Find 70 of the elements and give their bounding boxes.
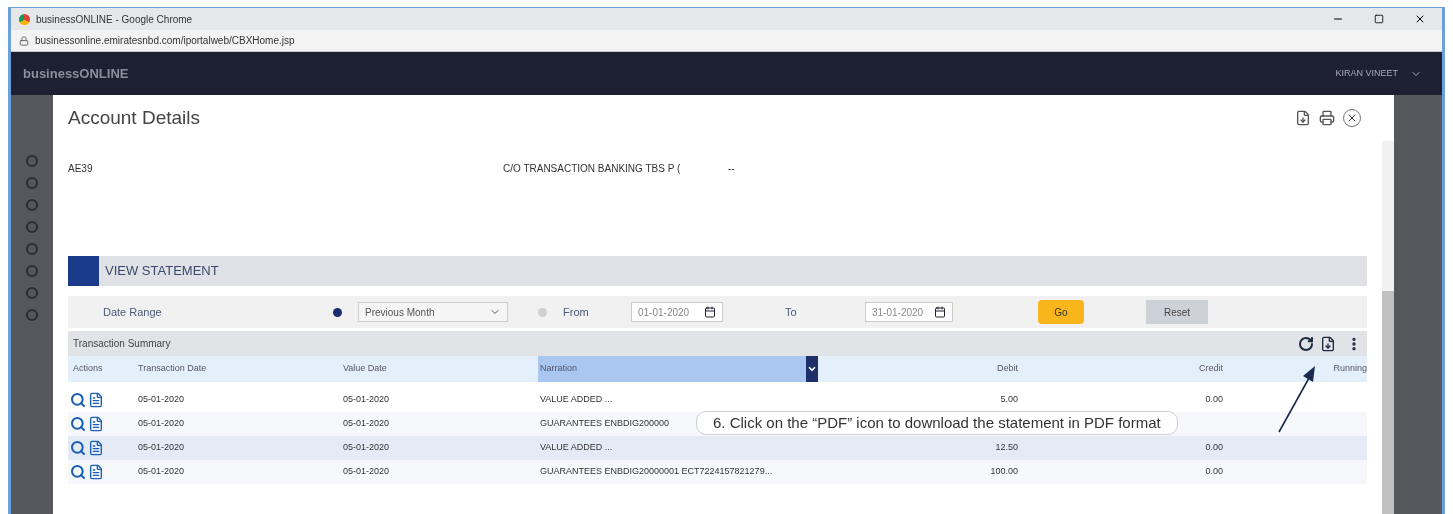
print-icon[interactable] (1319, 110, 1335, 126)
table-cell: 0.00 (1205, 393, 1223, 407)
to-date-field[interactable]: 31-01-2020 (865, 302, 953, 322)
pdf-icon[interactable] (1320, 335, 1336, 352)
logo-text: businessONLINE (23, 64, 129, 83)
go-button[interactable]: Go (1038, 300, 1084, 324)
column-header[interactable]: Debit (997, 362, 1018, 376)
browser-logo-icon (19, 13, 30, 25)
iban-value: AE39 (68, 162, 94, 176)
maximize-icon[interactable] (1374, 14, 1384, 24)
column-header[interactable]: Running (1333, 362, 1367, 376)
registered-address-value: C/O TRANSACTION BANKING TBS P ( (503, 162, 682, 176)
table-cell-text: 05-01-2020 (342, 417, 391, 431)
table-cell-text: 05-01-2020 (342, 465, 391, 479)
url-text: businessonline.emiratesnbd.com/iportalweb/CBXHome.jsp (35, 34, 295, 48)
document-icon[interactable] (88, 392, 104, 408)
section-marker-icon (68, 256, 99, 286)
radio-button[interactable] (333, 307, 342, 317)
search-icon[interactable] (70, 392, 86, 408)
table-cell: GUARANTEES ENBDIG20000001 ECT7224157821279... (540, 465, 773, 479)
callout-tooltip: 6. Click on the “PDF” icon to download the statement in PDF format (696, 411, 1178, 435)
section-title: VIEW STATEMENT (105, 262, 219, 281)
document-icon[interactable] (88, 464, 104, 480)
date-range-label: Date Range (103, 304, 163, 320)
table-cell: VALUE ADDED ... (540, 393, 613, 407)
mailing-address-value: -- (728, 162, 735, 176)
table-cell: 5.00 (1000, 393, 1018, 407)
lock-icon (19, 35, 29, 46)
table-cell-text: 05-01-2020 (137, 393, 186, 407)
table-cell-text: 05-01-2020 (137, 465, 186, 479)
table-cell: GUARANTEES ENBDIG200000 (540, 417, 670, 431)
refresh-icon[interactable] (1298, 335, 1314, 352)
table-cell: VALUE ADDED ... (540, 441, 613, 455)
window-title: businessONLINE - Google Chrome (36, 12, 193, 27)
address-bar[interactable]: businessonline.emiratesnbd.com/iportalweb/CBXHome.jsp (11, 30, 1442, 52)
scrollbar[interactable] (1382, 141, 1394, 514)
table-cell-text: 05-01-2020 (342, 441, 391, 455)
calendar-icon[interactable] (704, 306, 716, 318)
close-icon[interactable] (1414, 13, 1426, 25)
modal-title: Account Details (68, 105, 200, 130)
search-icon[interactable] (70, 440, 86, 456)
document-icon[interactable] (88, 440, 104, 456)
period-dropdown[interactable]: Previous Month (358, 302, 508, 322)
column-header[interactable]: Credit (1199, 362, 1223, 376)
reset-button[interactable]: Reset (1146, 300, 1208, 324)
table-cell: 0.00 (1205, 465, 1223, 479)
column-header[interactable]: Narration (540, 362, 577, 376)
from-label: From (563, 304, 590, 320)
radio-button[interactable] (538, 307, 547, 317)
search-icon[interactable] (70, 416, 86, 432)
table-row[interactable]: 05-01-2020 05-01-2020 GUARANTEES ENBDIG20000001 ECT7224157821279... 100.00 0.00 (68, 460, 1367, 484)
document-icon[interactable] (88, 416, 104, 432)
pdf-icon[interactable] (1295, 110, 1311, 126)
table-cell-text: 05-01-2020 (342, 393, 391, 407)
user-name[interactable]: KIRAN VINEET (1335, 66, 1398, 81)
column-menu-icon[interactable] (806, 356, 818, 382)
table-cell: 0.00 (1205, 441, 1223, 455)
column-header[interactable]: Transaction Date (138, 362, 207, 376)
table-row[interactable]: 05-01-2020 05-01-2020 VALUE ADDED ... 12.50 0.00 (68, 436, 1367, 460)
table-cell-text: 05-01-2020 (137, 441, 186, 455)
from-date-field[interactable]: 01-01-2020 (631, 302, 723, 322)
table-title: Transaction Summary (73, 337, 171, 351)
column-header[interactable]: Actions (73, 362, 103, 376)
table-cell-text: 05-01-2020 (137, 417, 186, 431)
table-cell: 100.00 (990, 465, 1018, 479)
calendar-icon[interactable] (934, 306, 946, 318)
table-cell: 12.50 (995, 441, 1018, 455)
search-icon[interactable] (70, 464, 86, 480)
to-label: To (785, 304, 798, 320)
column-header[interactable]: Value Date (343, 362, 387, 376)
